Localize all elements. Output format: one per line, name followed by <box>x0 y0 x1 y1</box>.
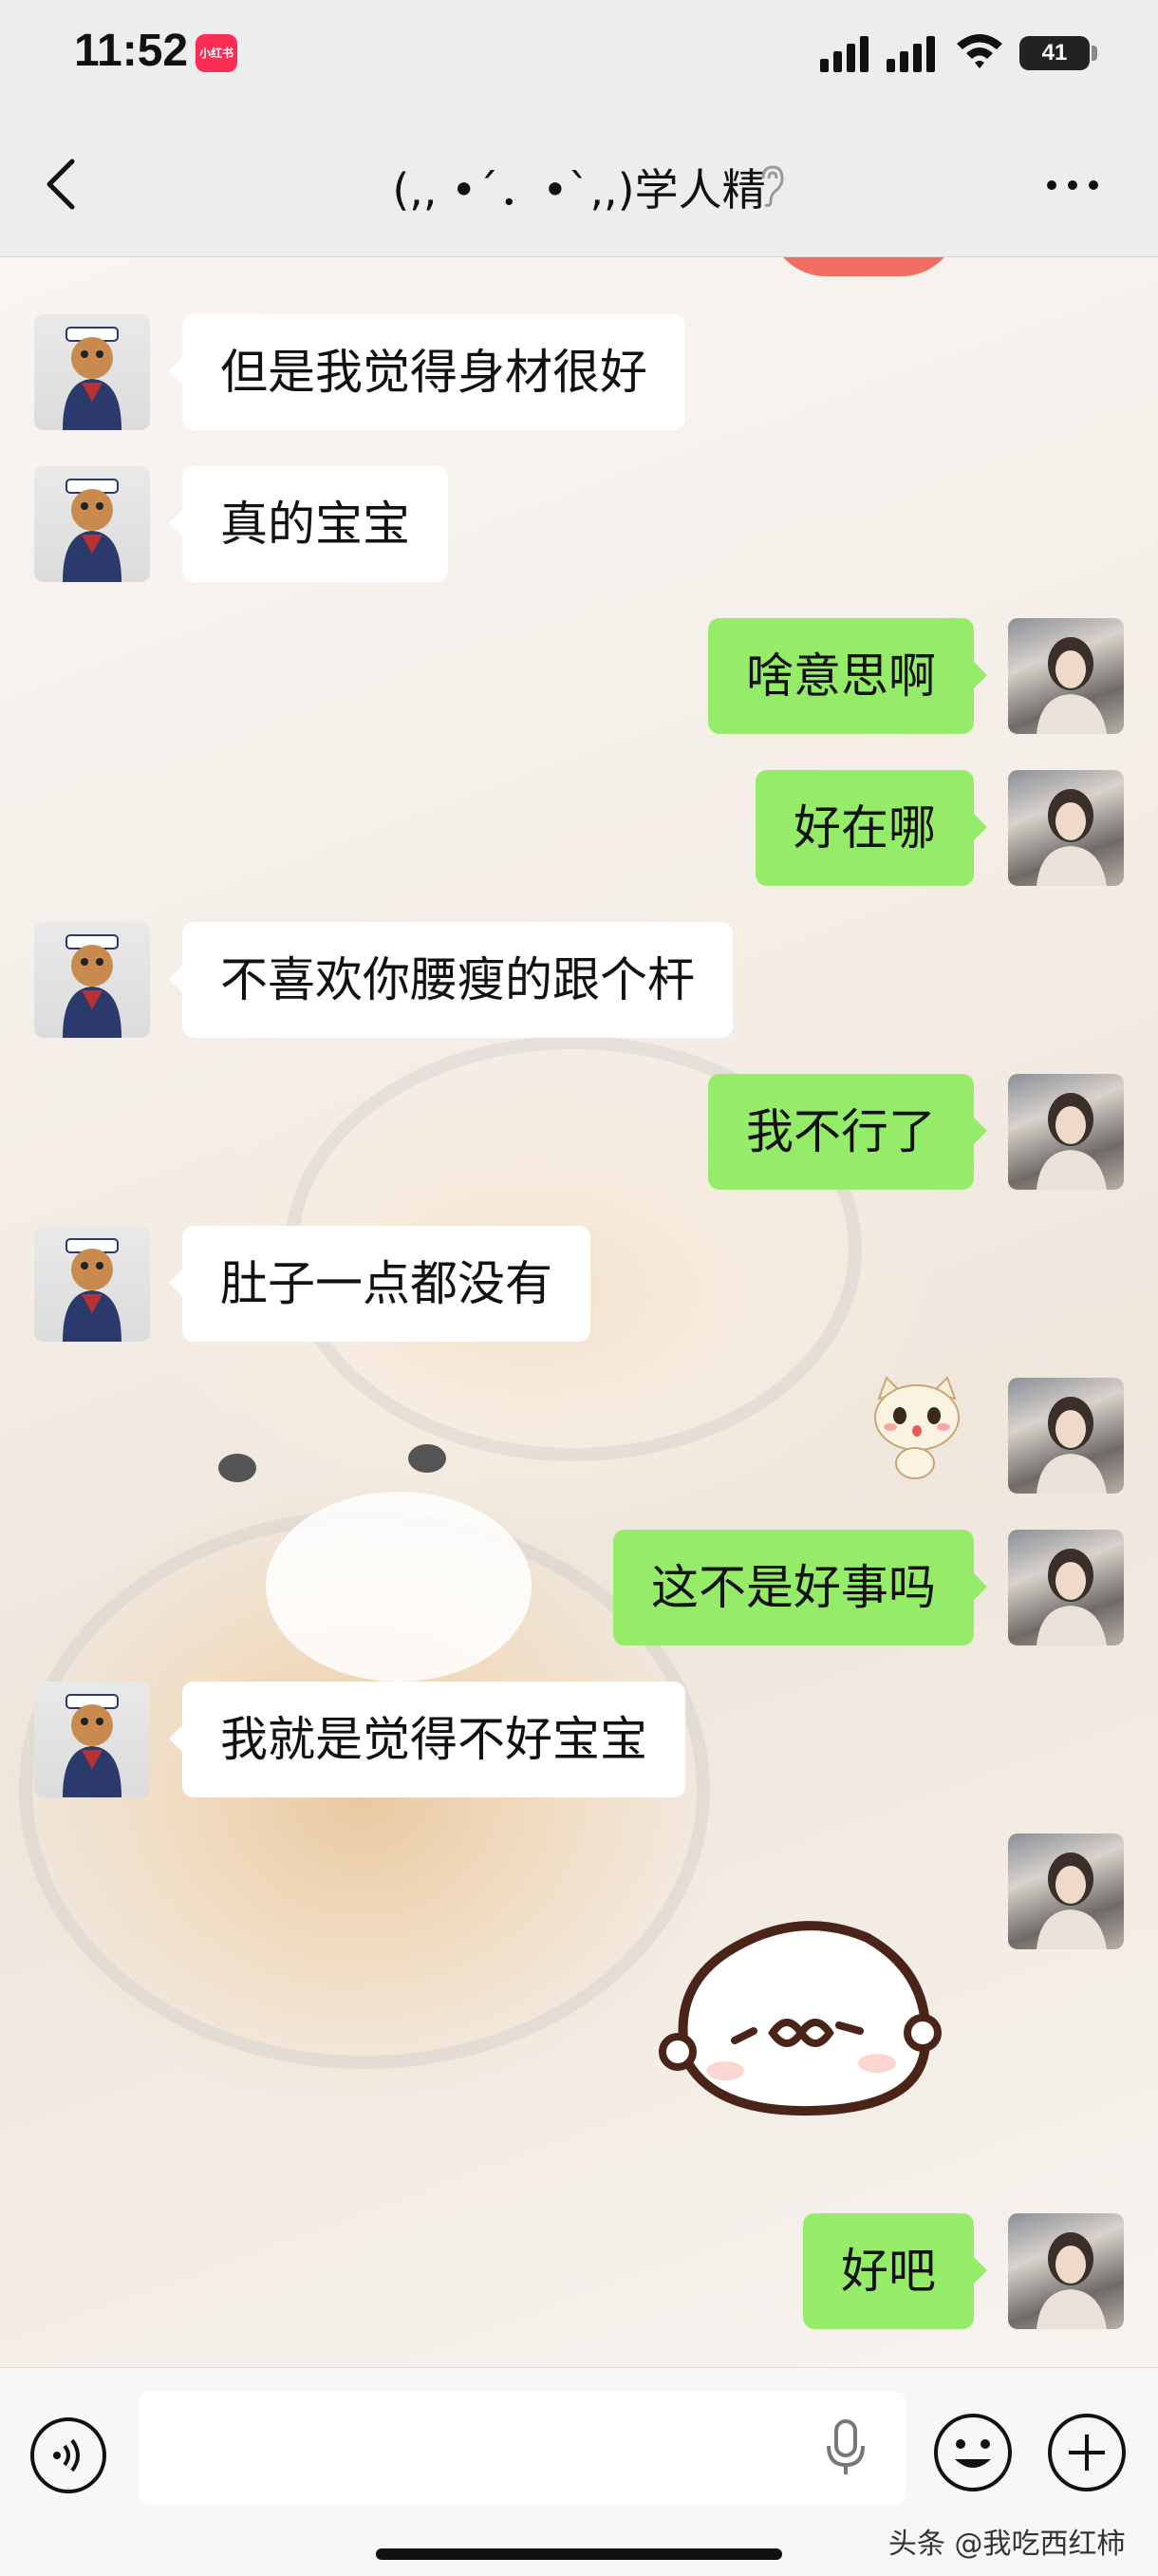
cellular-signal-2-icon <box>887 36 935 72</box>
chat-message-list[interactable]: 但是我觉得身材很好 真的宝宝 啥意思啊 好在哪 不喜欢你腰瘦的跟个杆 我不行了 … <box>0 257 1158 2367</box>
battery-tip <box>1092 46 1097 61</box>
contact-avatar[interactable] <box>34 314 150 430</box>
my-avatar[interactable] <box>1008 1530 1124 1645</box>
message-bubble-incoming[interactable]: 我就是觉得不好宝宝 <box>169 1682 685 1797</box>
my-avatar[interactable] <box>1008 1074 1124 1190</box>
status-time: 11:52 <box>74 26 189 76</box>
my-avatar[interactable] <box>1008 770 1124 886</box>
message-bubble-outgoing[interactable]: 好在哪 <box>756 770 987 886</box>
message-input-bar: 头条 @我吃西红柿 <box>0 2367 1158 2576</box>
message-bubble-outgoing[interactable]: 这不是好事吗 <box>613 1530 987 1645</box>
cellular-signal-icon <box>820 36 868 72</box>
my-avatar[interactable] <box>1008 618 1124 734</box>
microphone-icon[interactable] <box>824 2417 868 2478</box>
contact-avatar[interactable] <box>34 1682 150 1797</box>
message-bubble-outgoing[interactable]: 好吧 <box>803 2213 987 2329</box>
background-latte-art <box>218 1454 256 1482</box>
plus-icon[interactable] <box>1046 2412 1128 2493</box>
wifi-icon <box>957 34 1002 68</box>
chat-header: (,, •´．•`,,)学人精 <box>0 114 1158 257</box>
sticker-blob-image[interactable] <box>649 1900 953 2128</box>
battery-icon: 41 <box>1019 36 1090 70</box>
chat-title[interactable]: (,, •´．•`,,)学人精 <box>0 156 1158 218</box>
home-indicator[interactable] <box>376 2548 782 2560</box>
more-options-icon[interactable] <box>1044 171 1101 199</box>
message-bubble-incoming[interactable]: 但是我觉得身材很好 <box>169 314 685 430</box>
earpiece-mode-icon <box>761 165 784 207</box>
xiaohongshu-app-icon: 小红书 <box>196 34 237 72</box>
message-bubble-outgoing[interactable]: 我不行了 <box>708 1074 987 1190</box>
contact-avatar[interactable] <box>34 1226 150 1342</box>
message-bubble-incoming[interactable]: 肚子一点都没有 <box>169 1226 590 1342</box>
background-latte-art <box>408 1444 446 1473</box>
my-avatar[interactable] <box>1008 1833 1124 1949</box>
message-bubble-incoming[interactable]: 不喜欢你腰瘦的跟个杆 <box>169 922 733 1038</box>
my-avatar[interactable] <box>1008 1378 1124 1494</box>
background-latte-art <box>266 1492 532 1682</box>
voice-input-toggle-icon[interactable] <box>28 2416 108 2495</box>
watermark-text: 头条 @我吃西红柿 <box>888 2528 1126 2561</box>
status-bar: 11:52 小红书 41 <box>0 0 1158 114</box>
message-bubble-incoming[interactable]: 真的宝宝 <box>169 466 448 582</box>
contact-avatar[interactable] <box>34 466 150 582</box>
message-bubble-outgoing[interactable]: 啥意思啊 <box>708 618 987 734</box>
message-text-input[interactable] <box>139 2391 906 2505</box>
my-avatar[interactable] <box>1008 2213 1124 2329</box>
emoji-icon[interactable] <box>932 2412 1014 2493</box>
background-sticker-partial <box>769 257 959 276</box>
contact-avatar[interactable] <box>34 922 150 1038</box>
sticker-cat-image[interactable] <box>860 1370 974 1484</box>
